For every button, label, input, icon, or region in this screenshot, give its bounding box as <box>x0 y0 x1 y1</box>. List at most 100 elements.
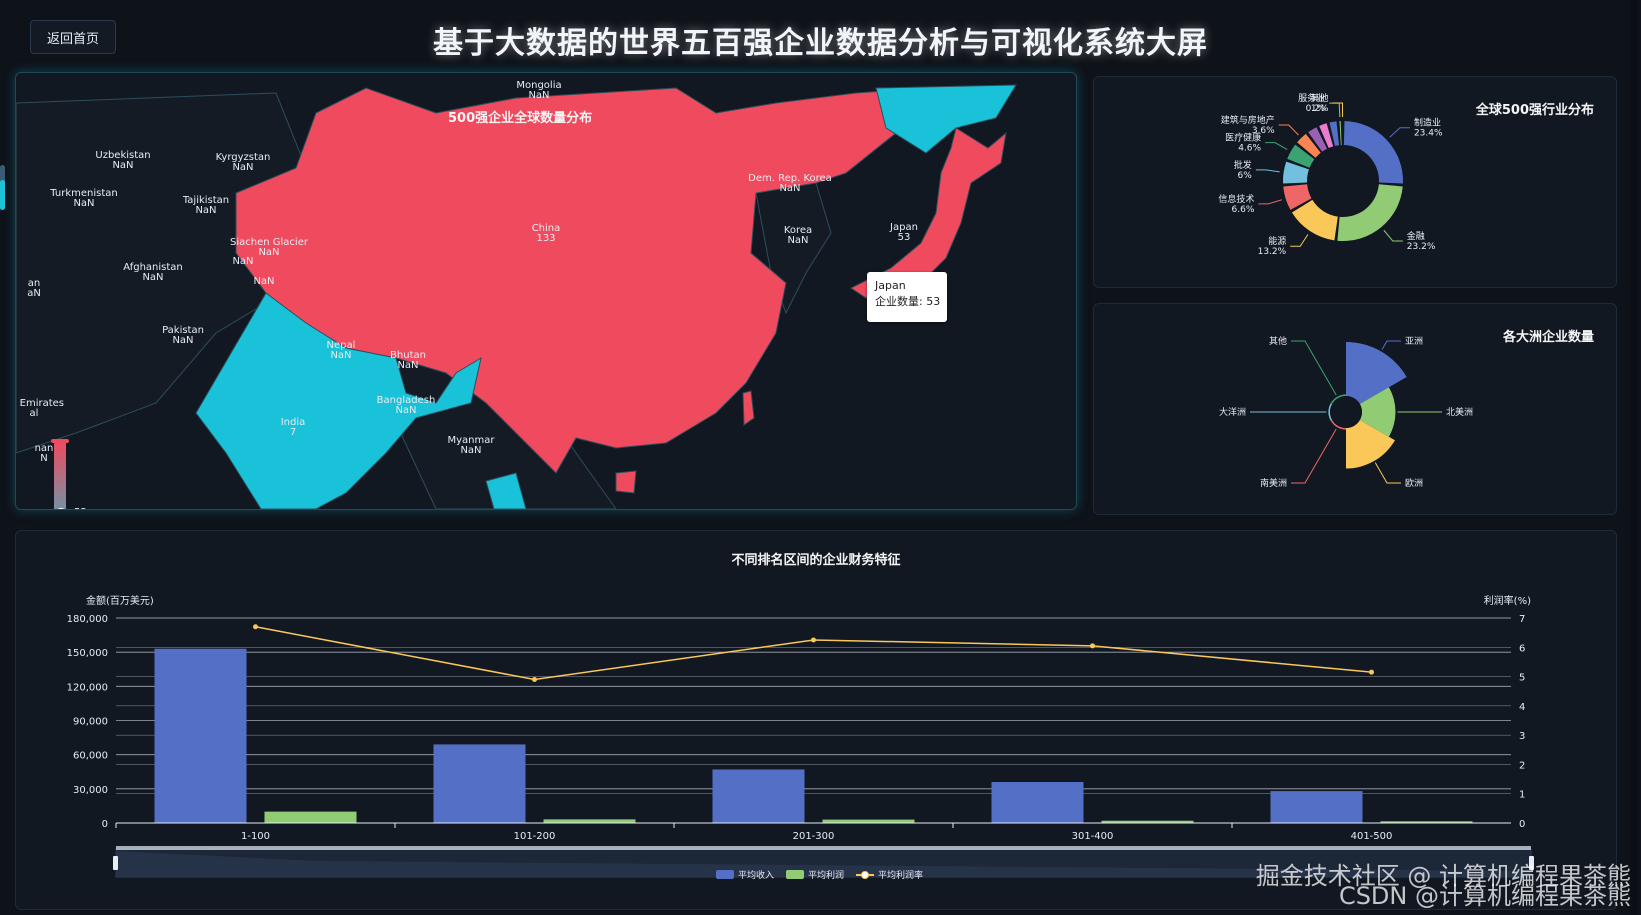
rose-slice-name: 大洋洲 <box>1219 406 1246 418</box>
donut-slice[interactable] <box>1291 199 1338 241</box>
country-value-label: NaN <box>253 276 274 287</box>
y-tick-left: 120,000 <box>67 682 108 693</box>
bar-revenue[interactable] <box>991 782 1084 823</box>
country-value-label: NaN <box>112 160 133 171</box>
country-value-label: NaN <box>787 235 808 246</box>
donut-label-line <box>1383 229 1403 242</box>
tooltip-value-row: 企业数量: 53 <box>875 295 941 308</box>
legend-marker[interactable] <box>861 871 869 879</box>
y-tick-right: 6 <box>1519 643 1525 654</box>
bar-revenue[interactable] <box>154 648 247 823</box>
visual-map-max-handle[interactable] <box>51 439 69 443</box>
y-tick-left: 150,000 <box>67 648 108 659</box>
country-name-label: ab Emirates <box>16 398 64 409</box>
y-tick-left: 60,000 <box>73 751 108 762</box>
donut-label-line <box>1389 127 1410 138</box>
donut-slice-percent: 4.6% <box>1238 144 1261 154</box>
country-value-label: NaN <box>142 272 163 283</box>
legend-label[interactable]: 平均利润 <box>808 869 844 881</box>
map-region-taiwan[interactable] <box>742 390 755 426</box>
country-value-label: NaN <box>330 350 351 361</box>
country-value-label: NaN <box>528 90 549 101</box>
donut-slice-name: 制造业 <box>1414 117 1441 129</box>
bar-revenue[interactable] <box>433 744 526 823</box>
page-title: 基于大数据的世界五百强企业数据分析与可视化系统大屏 <box>433 26 1208 61</box>
donut-slice-percent: 3.6% <box>1252 126 1275 136</box>
map-region-hainan[interactable] <box>615 470 637 494</box>
rose-slice-name: 其他 <box>1269 335 1287 347</box>
x-tick-label: 1-100 <box>241 831 270 842</box>
profit-margin-point[interactable] <box>1090 643 1095 649</box>
legend-label[interactable]: 平均利润率 <box>878 869 923 881</box>
legend-label[interactable]: 平均收入 <box>738 869 774 881</box>
country-value-label: NaN <box>258 247 279 258</box>
industry-distribution-panel: 制造业 23.4% 金融 23.2% 能源 13.2% 信息技术 6.6% 批发 6% 医疗健康 4.… <box>1093 76 1617 288</box>
y-tick-left: 180,000 <box>67 614 108 625</box>
donut-label-line <box>1255 169 1280 173</box>
data-zoom-left-handle[interactable] <box>113 856 118 870</box>
bar-revenue[interactable] <box>712 769 805 823</box>
donut-label-line <box>1290 234 1309 247</box>
rose-slice-name: 亚洲 <box>1405 336 1423 347</box>
y-tick-right: 2 <box>1519 760 1525 771</box>
bar-profit[interactable] <box>543 819 636 823</box>
country-value-label: N <box>40 453 47 464</box>
rose-slice-name: 北美洲 <box>1446 406 1473 418</box>
profit-margin-line[interactable] <box>255 626 1372 681</box>
donut-slice-percent: 6% <box>1238 171 1253 181</box>
donut-slice[interactable] <box>1337 184 1403 241</box>
country-value-label: NaN <box>172 335 193 346</box>
y-tick-right: 0 <box>1519 819 1525 830</box>
bar-profit[interactable] <box>264 811 357 823</box>
donut-slice-percent: 6.6% <box>1232 205 1255 215</box>
donut-slice-name: 信息技术 <box>1218 193 1254 205</box>
profit-margin-point[interactable] <box>811 637 816 643</box>
country-value-label: NaN <box>395 405 416 416</box>
donut-slice[interactable] <box>1339 121 1342 146</box>
donut-label-line <box>1278 124 1299 136</box>
donut-slice[interactable] <box>1343 121 1403 184</box>
country-value-label: NaN <box>73 198 94 209</box>
continent-distribution-panel: 亚洲 北美洲 欧洲 南美洲 大洋洲 其他 各大洲企业数量 <box>1093 303 1617 515</box>
x-tick-label: 201-300 <box>793 831 835 842</box>
bar-revenue[interactable] <box>1270 791 1363 823</box>
left-scrollbar-thumb[interactable] <box>0 180 5 210</box>
rose-label-line <box>1374 462 1401 484</box>
map-countries[interactable] <box>16 84 1017 509</box>
y-tick-left: 90,000 <box>73 717 108 728</box>
y-axis-right-label: 利润率(%) <box>1484 594 1531 607</box>
page-scrollbar[interactable] <box>1631 0 1637 915</box>
y-tick-right: 7 <box>1519 614 1525 625</box>
donut-slice-percent: 13.2% <box>1258 247 1287 257</box>
profit-margin-point[interactable] <box>1369 669 1374 675</box>
y-tick-left: 30,000 <box>73 785 108 796</box>
data-zoom-range-bar[interactable] <box>116 846 1531 850</box>
country-value-label: NaN <box>397 360 418 371</box>
profit-margin-point[interactable] <box>532 677 537 682</box>
tooltip-label: 企业数量 <box>875 295 919 308</box>
map-tooltip: Japan 企业数量: 53 <box>867 272 947 322</box>
donut-label-line <box>1265 142 1288 150</box>
rose-center <box>1330 396 1362 428</box>
legend-swatch[interactable] <box>786 870 804 879</box>
y-axis-left-label: 金额(百万美元) <box>86 594 154 607</box>
donut-label-line <box>1258 199 1282 205</box>
profit-margin-point[interactable] <box>253 624 258 630</box>
donut-label-line <box>1329 102 1341 118</box>
x-tick-label: 101-200 <box>514 831 556 842</box>
rose-slice-name: 欧洲 <box>1405 477 1423 489</box>
country-value-label: NaN <box>460 445 481 456</box>
x-tick-label: 401-500 <box>1351 831 1393 842</box>
rose-label-line <box>1291 340 1337 396</box>
donut-slice-name: 批发 <box>1234 159 1252 171</box>
donut-slice-name: 金融 <box>1407 230 1425 242</box>
finance-chart-title: 不同排名区间的企业财务特征 <box>731 553 901 568</box>
country-value-label: aN <box>27 288 41 299</box>
country-value-label: 133 <box>536 233 555 244</box>
legend-swatch[interactable] <box>716 870 734 879</box>
bar-profit[interactable] <box>822 819 915 823</box>
y-tick-right: 5 <box>1519 673 1525 684</box>
finance-bar-line-chart[interactable]: 0 30,000 60,000 90,000 120,000 150,000 180,000… <box>16 531 1616 909</box>
country-value-label: al <box>30 408 39 419</box>
visual-map-gradient[interactable] <box>54 441 66 509</box>
